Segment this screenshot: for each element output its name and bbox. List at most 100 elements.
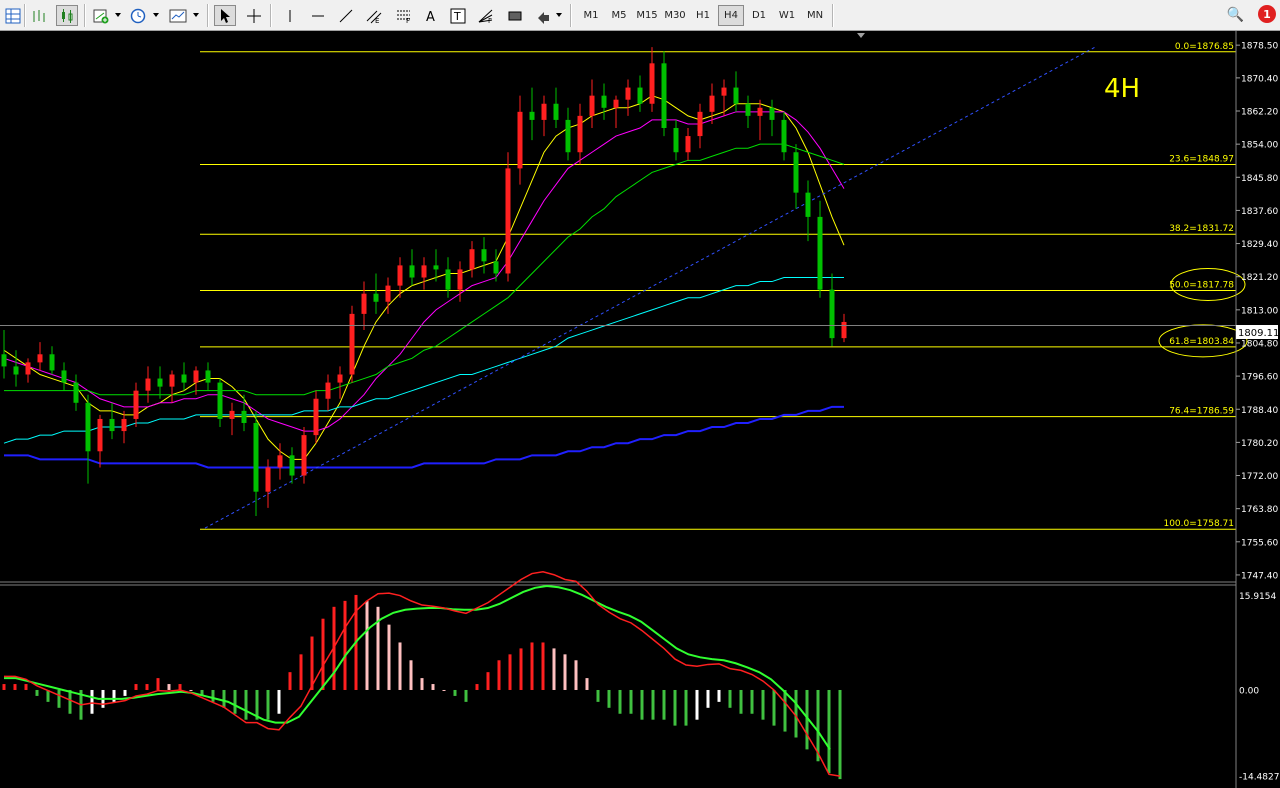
candle-body: [601, 95, 607, 108]
macd-histogram-bar: [321, 618, 325, 690]
chevron-down-icon[interactable]: [115, 13, 121, 17]
period-label: 4H: [1104, 74, 1140, 104]
macd-tick-label: -14.4827: [1239, 773, 1279, 783]
price-tick-label: 1837.60: [1241, 207, 1278, 217]
candle-body: [109, 418, 115, 432]
text-label-icon[interactable]: T: [447, 5, 469, 26]
fib-level-label: 61.8=1803.84: [1169, 337, 1234, 347]
equidistant-channel-icon[interactable]: E: [363, 5, 385, 26]
vertical-line-icon[interactable]: [279, 5, 301, 26]
timeframe-m1[interactable]: M1: [578, 5, 604, 26]
clock-icon[interactable]: [127, 5, 149, 26]
text-icon[interactable]: A: [420, 5, 442, 26]
macd-histogram-bar: [409, 660, 413, 690]
macd-histogram-bar: [299, 654, 303, 690]
candle-body: [1, 354, 7, 367]
price-tick-label: 1870.40: [1241, 74, 1278, 84]
macd-histogram-bar: [552, 648, 556, 690]
macd-histogram-bar: [2, 684, 6, 690]
fib-level-label: 0.0=1876.85: [1175, 42, 1234, 52]
timeframe-w1[interactable]: W1: [774, 5, 800, 26]
candle-body: [457, 269, 463, 290]
price-tick-label: 1854.00: [1241, 141, 1278, 151]
macd-histogram-bar: [420, 678, 424, 690]
macd-histogram-bar: [266, 689, 270, 720]
macd-histogram-bar: [629, 689, 633, 714]
timeframe-h1[interactable]: H1: [690, 5, 716, 26]
price-tick-label: 1747.40: [1241, 571, 1278, 581]
crosshair-icon[interactable]: [243, 5, 265, 26]
notification-badge[interactable]: 1: [1258, 5, 1276, 23]
candle-body: [841, 321, 847, 339]
macd-histogram-bar: [497, 660, 501, 690]
fibonacci-retracement-icon[interactable]: F: [393, 5, 415, 26]
trendline-icon[interactable]: [335, 5, 357, 26]
candle-body: [421, 265, 427, 278]
price-tick-label: 1763.80: [1241, 505, 1278, 515]
candle-body: [649, 63, 655, 104]
cursor-icon[interactable]: [214, 5, 236, 26]
timeframe-h4[interactable]: H4: [718, 5, 744, 26]
macd-histogram-bar: [57, 689, 61, 708]
macd-histogram-bar: [728, 689, 732, 708]
new-order-grid-icon[interactable]: [2, 5, 24, 26]
macd-tick-label: 0.00: [1239, 686, 1259, 696]
candle: [661, 51, 667, 137]
fibonacci-fan-icon[interactable]: F: [475, 5, 497, 26]
candlestick-chart-icon[interactable]: [56, 5, 78, 26]
candle-body: [385, 285, 391, 302]
timeframe-mn[interactable]: MN: [802, 5, 828, 26]
macd-histogram-bar: [189, 689, 193, 691]
macd-histogram-bar: [475, 684, 479, 690]
candle-body: [121, 418, 127, 432]
candle-body: [169, 374, 175, 387]
toolbar: E F A T F 🔍 1 M1 M5 M15 M30 H1 H4 D1 W1 MN: [0, 0, 1280, 31]
macd-histogram-bar: [618, 689, 622, 714]
candle-body: [289, 455, 295, 476]
svg-text:A: A: [426, 10, 435, 24]
candle-body: [157, 378, 163, 387]
horizontal-line-icon[interactable]: [307, 5, 329, 26]
templates-icon[interactable]: [167, 5, 189, 26]
macd-histogram-bar: [684, 689, 688, 726]
candle-body: [133, 390, 139, 419]
macd-histogram-bar: [68, 689, 72, 714]
timeframe-m15[interactable]: M15: [634, 5, 660, 26]
timeframe-d1[interactable]: D1: [746, 5, 772, 26]
candle-body: [469, 249, 475, 270]
new-chart-icon[interactable]: [90, 5, 112, 26]
candle-body: [277, 455, 283, 468]
macd-histogram-bar: [651, 689, 655, 720]
macd-histogram-bar: [277, 689, 281, 714]
price-tick-label: 1845.80: [1241, 174, 1278, 184]
chevron-down-icon[interactable]: [556, 13, 562, 17]
candle-body: [301, 435, 307, 476]
macd-histogram-bar: [827, 689, 831, 774]
macd-histogram-bar: [134, 684, 138, 690]
svg-text:F: F: [406, 17, 410, 24]
candle-body: [181, 374, 187, 383]
chevron-down-icon[interactable]: [153, 13, 159, 17]
candle-body: [229, 410, 235, 419]
candle: [349, 305, 355, 383]
bar-chart-icon[interactable]: [28, 5, 50, 26]
candle-body: [805, 192, 811, 217]
macd-histogram-bar: [387, 624, 391, 690]
candle-body: [553, 103, 559, 120]
arrows-icon[interactable]: [533, 5, 555, 26]
candle-body: [349, 313, 355, 375]
macd-histogram-bar: [167, 684, 171, 690]
timeframe-m5[interactable]: M5: [606, 5, 632, 26]
macd-tick-label: 15.9154: [1239, 592, 1276, 602]
chevron-down-icon[interactable]: [193, 13, 199, 17]
macd-histogram-bar: [343, 600, 347, 690]
fib-level-label: 38.2=1831.72: [1169, 224, 1234, 234]
timeframe-m30[interactable]: M30: [662, 5, 688, 26]
price-tick-label: 1755.60: [1241, 538, 1278, 548]
price-tick-label: 1878.50: [1241, 42, 1278, 52]
candle-body: [541, 103, 547, 120]
rectangle-icon[interactable]: [504, 5, 526, 26]
chart-area[interactable]: 0.0=1876.85 23.6=1848.97 38.2=1831.72 50.0=…: [0, 31, 1280, 788]
candle-body: [145, 378, 151, 391]
search-icon[interactable]: 🔍: [1227, 7, 1244, 23]
